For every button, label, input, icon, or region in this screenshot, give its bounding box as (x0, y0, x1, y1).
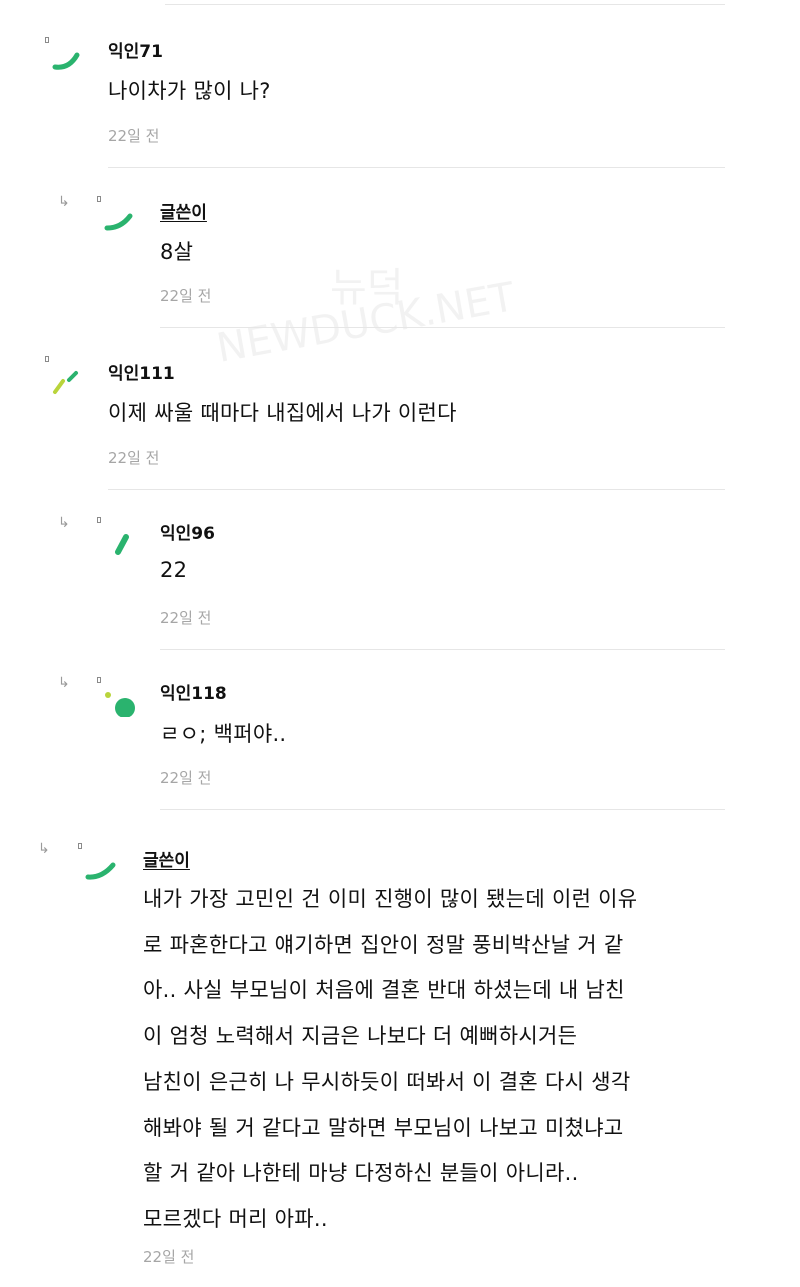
comment-text: 나이차가 많이 나? (108, 79, 271, 103)
reply-arrow-icon: ↳ (58, 515, 70, 531)
comment-time: 22일 전 (160, 287, 212, 305)
avatar[interactable] (97, 517, 137, 557)
watermark-latin: NEWDUCK.NET (213, 274, 519, 372)
comment-divider (108, 489, 725, 490)
comment-author[interactable]: 익인118 (160, 679, 227, 704)
comment-text-line: 할 거 같아 나한테 마냥 다정하신 분들이 아니라.. (143, 1161, 579, 1186)
avatar[interactable] (45, 356, 85, 396)
comment-text-line: 모르겠다 머리 아파.. (143, 1206, 328, 1231)
comment-divider (160, 809, 725, 810)
comment-text-line: 이 엄청 노력해서 지금은 나보다 더 예뻐하시거든 (143, 1024, 578, 1049)
comment-text-line: 남친이 은근히 나 무시하듯이 떠봐서 이 결혼 다시 생각 (143, 1069, 631, 1094)
watermark-korean: 뉴덕 (330, 265, 404, 311)
avatar[interactable] (78, 843, 118, 883)
reply-arrow-icon: ↳ (58, 675, 70, 691)
comment-time: 22일 전 (108, 127, 160, 145)
comment-time: 22일 전 (143, 1248, 195, 1266)
comment-text: 22 (160, 558, 188, 582)
comment-author[interactable]: 익인71 (108, 37, 163, 62)
comment-text-line: 로 파혼한다고 얘기하면 집안이 정말 풍비박산날 거 같 (143, 932, 624, 957)
comment-divider (108, 167, 725, 168)
comment-text: 이제 싸울 때마다 내집에서 나가 이런다 (108, 401, 457, 425)
avatar-mark-icon (105, 692, 135, 717)
comment-author[interactable]: 글쓴이 (143, 846, 190, 871)
avatar[interactable] (97, 677, 137, 717)
comment-text: ㄹㅇ; 백퍼야.. (160, 722, 287, 746)
comment-time: 22일 전 (160, 609, 212, 627)
reply-arrow-icon: ↳ (58, 194, 70, 210)
avatar-mark-icon (53, 371, 78, 394)
top-divider (165, 4, 725, 5)
avatar-mark-icon (104, 213, 133, 231)
avatar-mark-icon (52, 52, 80, 70)
comment-divider (160, 327, 725, 328)
comment-time: 22일 전 (160, 769, 212, 787)
comment-author[interactable]: 익인111 (108, 359, 175, 384)
reply-arrow-icon: ↳ (38, 841, 50, 857)
avatar-mark-icon (115, 534, 129, 555)
avatar[interactable] (97, 196, 137, 236)
comment-author[interactable]: 글쓴이 (160, 198, 207, 223)
comment-divider (160, 649, 725, 650)
comment-text-line: 해봐야 될 거 같다고 말하면 부모님이 나보고 미쳤냐고 (143, 1115, 624, 1140)
avatar-mark-icon (85, 862, 116, 880)
avatar[interactable] (45, 37, 85, 77)
comment-author[interactable]: 익인96 (160, 519, 215, 544)
comment-time: 22일 전 (108, 449, 160, 467)
comment-text-line: 아.. 사실 부모님이 처음에 결혼 반대 하셨는데 내 남친 (143, 978, 625, 1003)
comment-text: 8살 (160, 240, 194, 264)
comment-text-line: 내가 가장 고민인 건 이미 진행이 많이 됐는데 이런 이유 (143, 887, 638, 911)
comment-text: 내가 가장 고민인 건 이미 진행이 많이 됐는데 이런 이유 로 파혼한다고 … (143, 877, 637, 1243)
